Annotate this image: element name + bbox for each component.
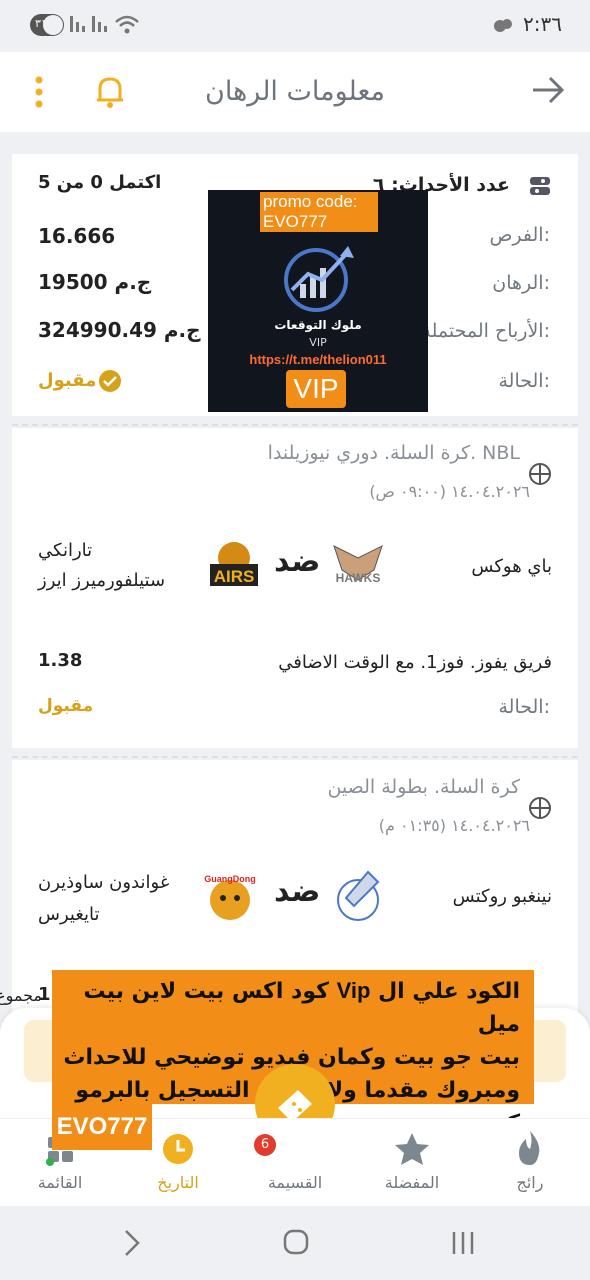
away-team-line2: تايغيرس	[38, 904, 100, 925]
completed-count: اكتمل 0 من 5	[38, 172, 162, 193]
signal-icon	[70, 16, 85, 32]
away-team-line1: تارانكي	[38, 540, 93, 561]
clock-icon	[163, 1134, 193, 1164]
nav-trending[interactable]: رائج	[480, 1125, 580, 1192]
nav-favorites[interactable]: المفضلة	[362, 1125, 462, 1192]
signal-icon-2	[92, 16, 107, 32]
betslip-count-badge: 6	[254, 1134, 276, 1156]
ticket-icon	[278, 1090, 312, 1122]
back-arrow-icon[interactable]	[530, 74, 566, 106]
battery-icon: ٣١	[30, 14, 64, 36]
back-system-icon[interactable]	[122, 1228, 142, 1258]
promo-code-label: promo code: EVO777	[260, 192, 378, 232]
divider	[12, 756, 578, 758]
away-team-line2: ستيلفورميرز ايرز	[38, 570, 166, 591]
svg-text:GuangDong: GuangDong	[204, 874, 256, 884]
check-circle-icon	[99, 370, 121, 392]
basketball-icon	[529, 797, 551, 819]
recents-system-icon[interactable]	[450, 1230, 476, 1256]
flame-icon	[519, 1131, 540, 1165]
channel-name: ملوك التوقعات	[274, 318, 362, 332]
page-title: معلومات الرهان	[205, 76, 385, 107]
weather-icon	[494, 19, 512, 32]
home-system-icon[interactable]	[282, 1228, 310, 1256]
status-bar: ٣١ ٢:٣٦	[0, 0, 590, 52]
status-accepted: مقبول	[38, 370, 97, 391]
odds-label: الفرص:	[489, 224, 550, 246]
event-status-value: مقبول	[38, 696, 94, 716]
system-navigation-bar	[0, 1206, 590, 1280]
stake-label: الرهان:	[492, 272, 550, 294]
event-datetime: ١٤.٠٤.٢٠٢٦ (٠٩:٠٠ ص)	[369, 482, 530, 501]
svg-text:AIRS: AIRS	[214, 567, 255, 586]
divider	[12, 424, 578, 426]
app-header: معلومات الرهان	[0, 52, 590, 132]
event-league: كرة السلة. بطولة الصين	[327, 776, 520, 798]
event-league: كرة السلة. دوري نيوزيلندا. NBL	[267, 442, 520, 464]
star-icon	[395, 1133, 429, 1165]
away-team-line1: غواندون ساوذيرن	[38, 872, 170, 893]
potential-winnings-label: الأرباح المحتملة:	[421, 320, 550, 342]
guangdong-tigers-logo: GuangDong	[204, 874, 256, 920]
bet-odds: 1.38	[38, 650, 83, 671]
rockets-logo	[337, 870, 380, 921]
clock-time: ٢:٣٦	[523, 12, 562, 36]
vip-small-label: VIP	[309, 336, 327, 349]
status-label: الحالة:	[498, 370, 550, 392]
home-team: باي هوكس	[471, 556, 552, 577]
growth-chart-logo	[284, 246, 354, 312]
event-datetime: ١٤.٠٤.٢٠٢٦ (٠١:٣٥ م)	[378, 816, 530, 835]
promo-code-tail: EVO777	[52, 1104, 152, 1150]
svg-text:HAWKS: HAWKS	[336, 571, 381, 585]
odds-value: 16.666	[38, 224, 116, 248]
basketball-icon	[529, 463, 551, 485]
promo-overlay-image: promo code: EVO777 ملوك التوقعات VIP http…	[208, 190, 428, 412]
bet-selection: فريق يفوز. فوز1. مع الوقت الاضافي	[278, 652, 552, 673]
hawks-logo: HAWKS	[333, 545, 383, 585]
telegram-link[interactable]: https://t.me/thelion011	[208, 352, 428, 367]
airs-logo: AIRS	[210, 542, 258, 586]
vs-label: ضد	[274, 544, 321, 579]
bet-selection-partial: مجموع	[0, 986, 42, 1005]
ticket-summary-icon	[530, 177, 550, 195]
vip-badge: VIP	[286, 370, 346, 408]
vs-label: ضد	[274, 874, 321, 909]
home-team: نينغبو روكتس	[452, 886, 552, 907]
potential-winnings-value: 324990.49 ج.م	[38, 318, 201, 342]
stake-value: 19500 ج.م	[38, 270, 152, 294]
event-status-label: الحالة:	[498, 696, 550, 718]
wifi-icon	[115, 15, 139, 34]
